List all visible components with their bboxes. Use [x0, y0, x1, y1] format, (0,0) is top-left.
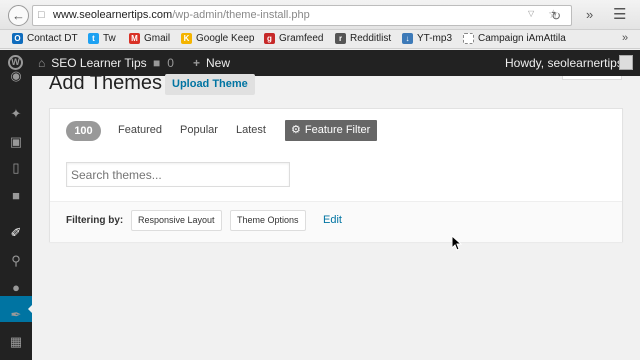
settings-icon[interactable]: ▦ — [8, 334, 24, 350]
download-icon: ↓ — [402, 33, 413, 44]
feature-filter-button[interactable]: ⚙ Feature Filter — [285, 120, 378, 141]
feature-filter-label: Feature Filter — [304, 124, 371, 136]
twitter-icon: t — [88, 33, 99, 44]
plugins-icon[interactable]: ⚲ — [8, 253, 24, 269]
bookmark-label: YT-mp3 — [417, 33, 453, 44]
comment-bubble-icon: ■ — [153, 56, 161, 70]
page-icon — [463, 33, 474, 44]
search-themes-input[interactable] — [66, 162, 290, 187]
theme-count-badge: 100 — [66, 121, 101, 141]
howdy-text: Howdy, seolearnertips — [505, 56, 623, 70]
admin-sidebar: ◉ ✦ ▣ ▯ ■ ✐ ⚲ ● ✒ ▦ — [0, 68, 33, 360]
screen-options-tab[interactable] — [562, 76, 622, 80]
more-bookmarks-icon[interactable]: » — [622, 32, 628, 44]
plus-icon: + — [193, 56, 201, 70]
home-icon: ⌂ — [38, 56, 46, 70]
users-icon[interactable]: ● — [8, 280, 24, 296]
paintbrush-icon: ✐ — [10, 225, 22, 240]
bookmark-label: Google Keep — [196, 33, 255, 44]
extensions-chevron-icon[interactable]: » — [586, 7, 593, 22]
pages-icon[interactable]: ▯ — [8, 160, 24, 176]
page-title: Add Themes — [49, 72, 163, 94]
filter-tag-responsive-layout: Responsive Layout — [131, 210, 222, 231]
bookmark-label: Campaign iAmAttila — [478, 33, 566, 44]
gramfeed-icon: g — [264, 33, 275, 44]
filter-tag-theme-options: Theme Options — [230, 210, 306, 231]
keep-icon: K — [181, 33, 192, 44]
bookmark-tw[interactable]: t Tw — [88, 33, 116, 44]
dashboard-icon[interactable]: ◉ — [8, 68, 24, 84]
reload-icon[interactable]: ↻ — [551, 9, 561, 23]
hamburger-icon[interactable]: ☰ — [613, 5, 626, 23]
site-name-link[interactable]: ⌂ SEO Learner Tips — [38, 56, 147, 70]
bookmark-google-keep[interactable]: K Google Keep — [181, 33, 254, 44]
filtering-by-row: Filtering by: Responsive Layout Theme Op… — [50, 201, 622, 242]
tools-icon[interactable]: ✒ — [8, 307, 24, 323]
browser-toolbar: ← □ www.seolearnertips.com/wp-admin/them… — [0, 0, 640, 30]
mouse-cursor-icon — [452, 236, 462, 251]
edit-filters-link[interactable]: Edit — [323, 214, 342, 226]
pin-icon[interactable]: ✦ — [8, 106, 24, 122]
bookmark-yt-mp3[interactable]: ↓ YT-mp3 — [402, 33, 452, 44]
avatar[interactable] — [619, 55, 633, 70]
bookmark-label: Gramfeed — [279, 33, 324, 44]
new-content-link[interactable]: + New — [193, 56, 230, 70]
upload-theme-button[interactable]: Upload Theme — [165, 74, 255, 95]
bookmark-campaign[interactable]: Campaign iAmAttila — [463, 33, 566, 44]
url-path: /wp-admin/theme-install.php — [172, 9, 310, 21]
media-icon[interactable]: ▣ — [8, 134, 24, 150]
comments-count: 0 — [167, 56, 174, 70]
bookmarks-bar: O Contact DT t Tw M Gmail K Google Keep … — [0, 30, 640, 49]
comments-icon[interactable]: ■ — [8, 188, 24, 204]
gear-icon: ⚙ — [291, 124, 301, 136]
tab-featured[interactable]: Featured — [118, 124, 162, 136]
gmail-icon: M — [129, 33, 140, 44]
account-menu[interactable]: Howdy, seolearnertips — [505, 56, 623, 70]
tab-latest[interactable]: Latest — [236, 124, 266, 136]
theme-filter-panel: 100 Featured Popular Latest ⚙ Feature Fil… — [49, 108, 623, 242]
bookmark-label: Gmail — [144, 33, 171, 44]
filter-icon[interactable]: ▽ — [528, 9, 534, 18]
bookmark-label: Redditlist — [350, 33, 392, 44]
bookmark-gmail[interactable]: M Gmail — [129, 33, 170, 44]
comments-link[interactable]: ■ 0 — [153, 56, 174, 70]
url-host: www.seolearnertips.com — [53, 9, 173, 21]
new-label: New — [206, 56, 231, 70]
bookmark-redditlist[interactable]: r Redditlist — [335, 33, 391, 44]
bookmark-contact-dt[interactable]: O Contact DT — [12, 33, 78, 44]
bookmark-label: Tw — [103, 33, 116, 44]
back-button[interactable]: ← — [8, 5, 29, 26]
bookmark-gramfeed[interactable]: g Gramfeed — [264, 33, 323, 44]
outlook-icon: O — [12, 33, 23, 44]
bookmark-label: Contact DT — [27, 33, 78, 44]
reddit-icon: r — [335, 33, 346, 44]
page-icon: □ — [38, 9, 45, 21]
site-name: SEO Learner Tips — [51, 56, 147, 70]
tab-popular[interactable]: Popular — [180, 124, 218, 136]
address-bar[interactable]: □ www.seolearnertips.com/wp-admin/theme-… — [32, 5, 572, 26]
filtering-by-label: Filtering by: — [66, 215, 124, 226]
